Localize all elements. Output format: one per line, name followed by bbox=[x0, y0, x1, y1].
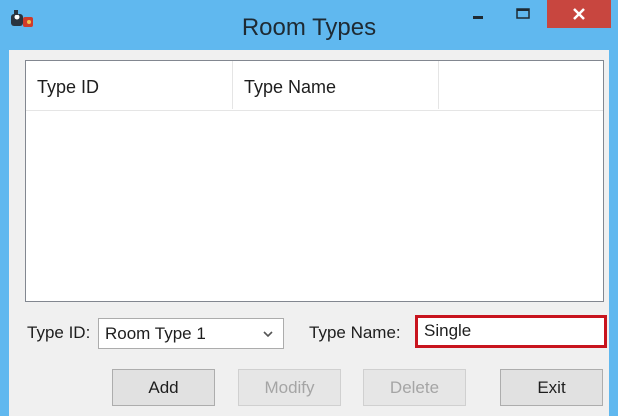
delete-button[interactable]: Delete bbox=[363, 369, 466, 406]
room-types-list[interactable]: Type ID Type Name bbox=[25, 60, 604, 302]
list-header: Type ID Type Name bbox=[26, 61, 603, 111]
type-id-selected-value: Room Type 1 bbox=[105, 324, 206, 343]
modify-button[interactable]: Modify bbox=[238, 369, 341, 406]
type-id-combobox[interactable]: Room Type 1 bbox=[98, 318, 284, 349]
minimize-button[interactable] bbox=[457, 0, 499, 28]
type-name-label: Type Name: bbox=[309, 323, 401, 342]
close-icon bbox=[573, 8, 585, 20]
type-name-input[interactable]: Single bbox=[415, 315, 607, 348]
type-id-label: Type ID: bbox=[27, 323, 91, 342]
type-name-value: Single bbox=[424, 321, 472, 340]
close-button[interactable] bbox=[547, 0, 611, 28]
chevron-down-icon bbox=[263, 331, 273, 338]
column-header-type-name[interactable]: Type Name bbox=[233, 61, 439, 109]
column-header-type-id[interactable]: Type ID bbox=[26, 61, 233, 109]
add-button[interactable]: Add bbox=[112, 369, 215, 406]
maximize-button[interactable] bbox=[502, 0, 544, 28]
window-client-area: Type ID Type Name Type ID: Room Type 1 T… bbox=[9, 50, 609, 416]
column-header-empty[interactable] bbox=[439, 61, 604, 109]
exit-button[interactable]: Exit bbox=[500, 369, 603, 406]
minimize-icon bbox=[473, 16, 483, 19]
room-types-window: Room Types Type ID Type Name Type ID: Ro… bbox=[0, 0, 618, 416]
maximize-icon bbox=[516, 8, 530, 19]
title-bar[interactable]: Room Types bbox=[0, 0, 618, 50]
